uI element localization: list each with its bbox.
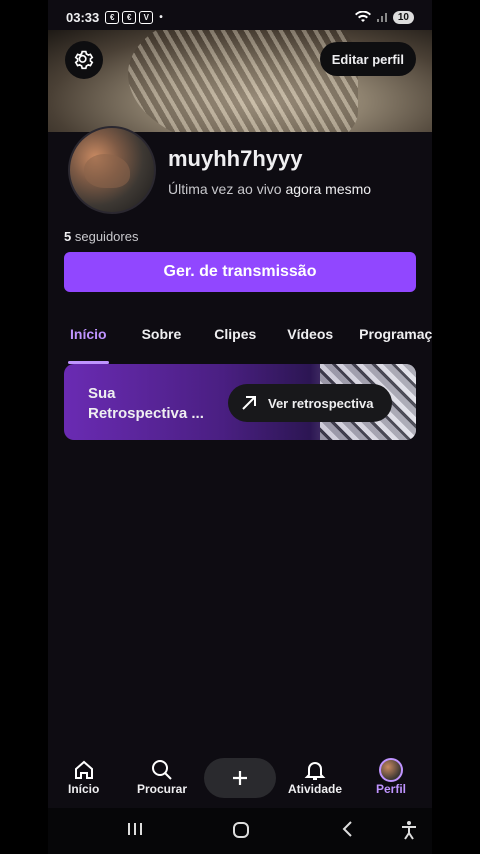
nav-search[interactable]: Procurar <box>137 758 187 796</box>
nav-search-label: Procurar <box>137 782 188 796</box>
notification-icon: € <box>105 10 120 24</box>
profile-tabs: Início Sobre Clipes Vídeos Programaçã <box>48 318 432 364</box>
followers-label: seguidores <box>74 229 139 244</box>
last-live-label: Última vez ao vivo <box>168 181 282 197</box>
nav-activity[interactable]: Atividade <box>288 758 342 796</box>
create-button[interactable] <box>204 758 276 798</box>
recap-title: Sua Retrospectiva ... <box>88 385 204 422</box>
arrow-up-right-icon <box>242 396 256 410</box>
tab-clipes[interactable]: Clipes <box>214 318 256 358</box>
search-icon <box>151 758 173 782</box>
signal-icon <box>376 13 387 22</box>
nav-activity-label: Atividade <box>288 782 343 796</box>
tab-sobre[interactable]: Sobre <box>142 318 182 358</box>
notification-icon: € <box>122 10 137 24</box>
bell-icon <box>304 758 326 782</box>
last-live-value: agora mesmo <box>285 181 372 197</box>
home-system-icon[interactable] <box>231 820 251 840</box>
recent-apps-icon[interactable] <box>126 820 144 838</box>
nav-profile-label: Perfil <box>376 782 407 796</box>
gear-icon <box>74 50 94 70</box>
edit-profile-button[interactable]: Editar perfil <box>319 42 416 76</box>
battery-icon: 10 <box>392 10 414 24</box>
home-icon <box>73 758 95 782</box>
settings-button[interactable] <box>65 41 103 79</box>
view-recap-button[interactable]: Ver retrospectiva <box>228 384 392 422</box>
status-time: 03:33 <box>66 9 100 25</box>
nav-profile[interactable]: Perfil <box>376 758 406 796</box>
tab-programacao[interactable]: Programaçã <box>359 318 432 358</box>
recap-card[interactable]: Sua Retrospectiva ... Ver retrospectiva <box>64 364 416 440</box>
status-dot: • <box>159 11 163 23</box>
wifi-icon <box>354 11 371 22</box>
accessibility-icon[interactable] <box>400 820 418 840</box>
notification-icon: V <box>139 10 154 24</box>
followers-number: 5 <box>64 229 72 244</box>
nav-home-label: Início <box>68 782 100 796</box>
back-icon[interactable] <box>340 820 356 838</box>
stream-manager-button[interactable]: Ger. de transmissão <box>64 252 416 292</box>
tab-videos[interactable]: Vídeos <box>287 318 333 358</box>
username: muyhh7hyyy <box>168 146 303 171</box>
system-navigation-bar <box>48 808 432 854</box>
tab-inicio[interactable]: Início <box>68 318 109 364</box>
plus-icon <box>233 771 247 785</box>
followers-count[interactable]: 5 seguidores <box>64 229 138 244</box>
bottom-navigation: Início Procurar Atividade Perfil <box>48 754 432 806</box>
avatar[interactable] <box>68 126 156 214</box>
app-screen: 03:33 € € V • 10 Editar perfil muyhh7hyy… <box>48 0 432 854</box>
status-bar: 03:33 € € V • 10 <box>48 0 432 34</box>
view-recap-label: Ver retrospectiva <box>268 395 374 411</box>
last-live-status: Última vez ao vivo agora mesmo <box>168 181 371 197</box>
avatar <box>379 758 403 782</box>
nav-home[interactable]: Início <box>68 758 99 796</box>
